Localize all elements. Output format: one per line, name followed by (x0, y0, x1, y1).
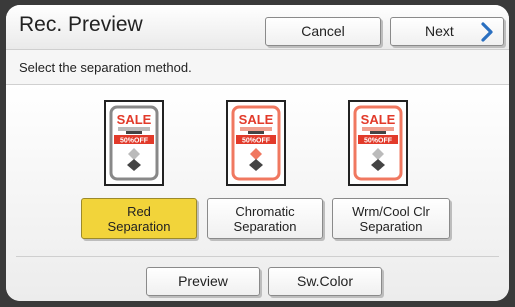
red-separation-label-line2: Separation (107, 219, 171, 234)
separation-panel: SALE 50%OFF SALE 50%OFF SALE 50%OFF Red … (6, 84, 509, 301)
warm-cool-separation-label-line2: Separation (359, 219, 423, 234)
cancel-button[interactable]: Cancel (265, 17, 381, 46)
red-separation-thumbnail[interactable]: SALE 50%OFF (104, 100, 164, 186)
red-separation-button[interactable]: Red Separation (81, 198, 197, 239)
chromatic-separation-preview-image: SALE 50%OFF (231, 105, 281, 181)
discount-text: 50%OFF (120, 138, 149, 145)
warm-cool-separation-preview-image: SALE 50%OFF (353, 105, 403, 181)
next-button-label: Next (425, 23, 454, 39)
next-button[interactable]: Next (390, 17, 504, 46)
sale-text: SALE (239, 112, 274, 127)
chevron-right-icon (481, 22, 493, 42)
chromatic-separation-label-line1: Chromatic (235, 204, 295, 219)
instruction-text: Select the separation method. (19, 60, 192, 75)
sale-text: SALE (361, 112, 396, 127)
discount-text: 50%OFF (364, 138, 393, 145)
red-separation-label-line1: Red (127, 204, 151, 219)
warm-cool-separation-label-line1: Wrm/Cool Clr (352, 204, 430, 219)
dialog: Rec. Preview Cancel Next Select the sepa… (6, 5, 509, 301)
chromatic-separation-button[interactable]: Chromatic Separation (207, 198, 323, 239)
chromatic-separation-thumbnail[interactable]: SALE 50%OFF (226, 100, 286, 186)
divider (16, 256, 499, 257)
red-separation-preview-image: SALE 50%OFF (109, 105, 159, 181)
preview-button[interactable]: Preview (146, 267, 260, 296)
chromatic-separation-label-line2: Separation (233, 219, 297, 234)
page-title: Rec. Preview (19, 13, 143, 36)
sw-color-button[interactable]: Sw.Color (268, 267, 382, 296)
warm-cool-separation-button[interactable]: Wrm/Cool Clr Separation (332, 198, 450, 239)
header-bar: Rec. Preview Cancel Next (6, 5, 509, 50)
sale-text: SALE (117, 112, 152, 127)
warm-cool-separation-thumbnail[interactable]: SALE 50%OFF (348, 100, 408, 186)
discount-text: 50%OFF (242, 138, 271, 145)
